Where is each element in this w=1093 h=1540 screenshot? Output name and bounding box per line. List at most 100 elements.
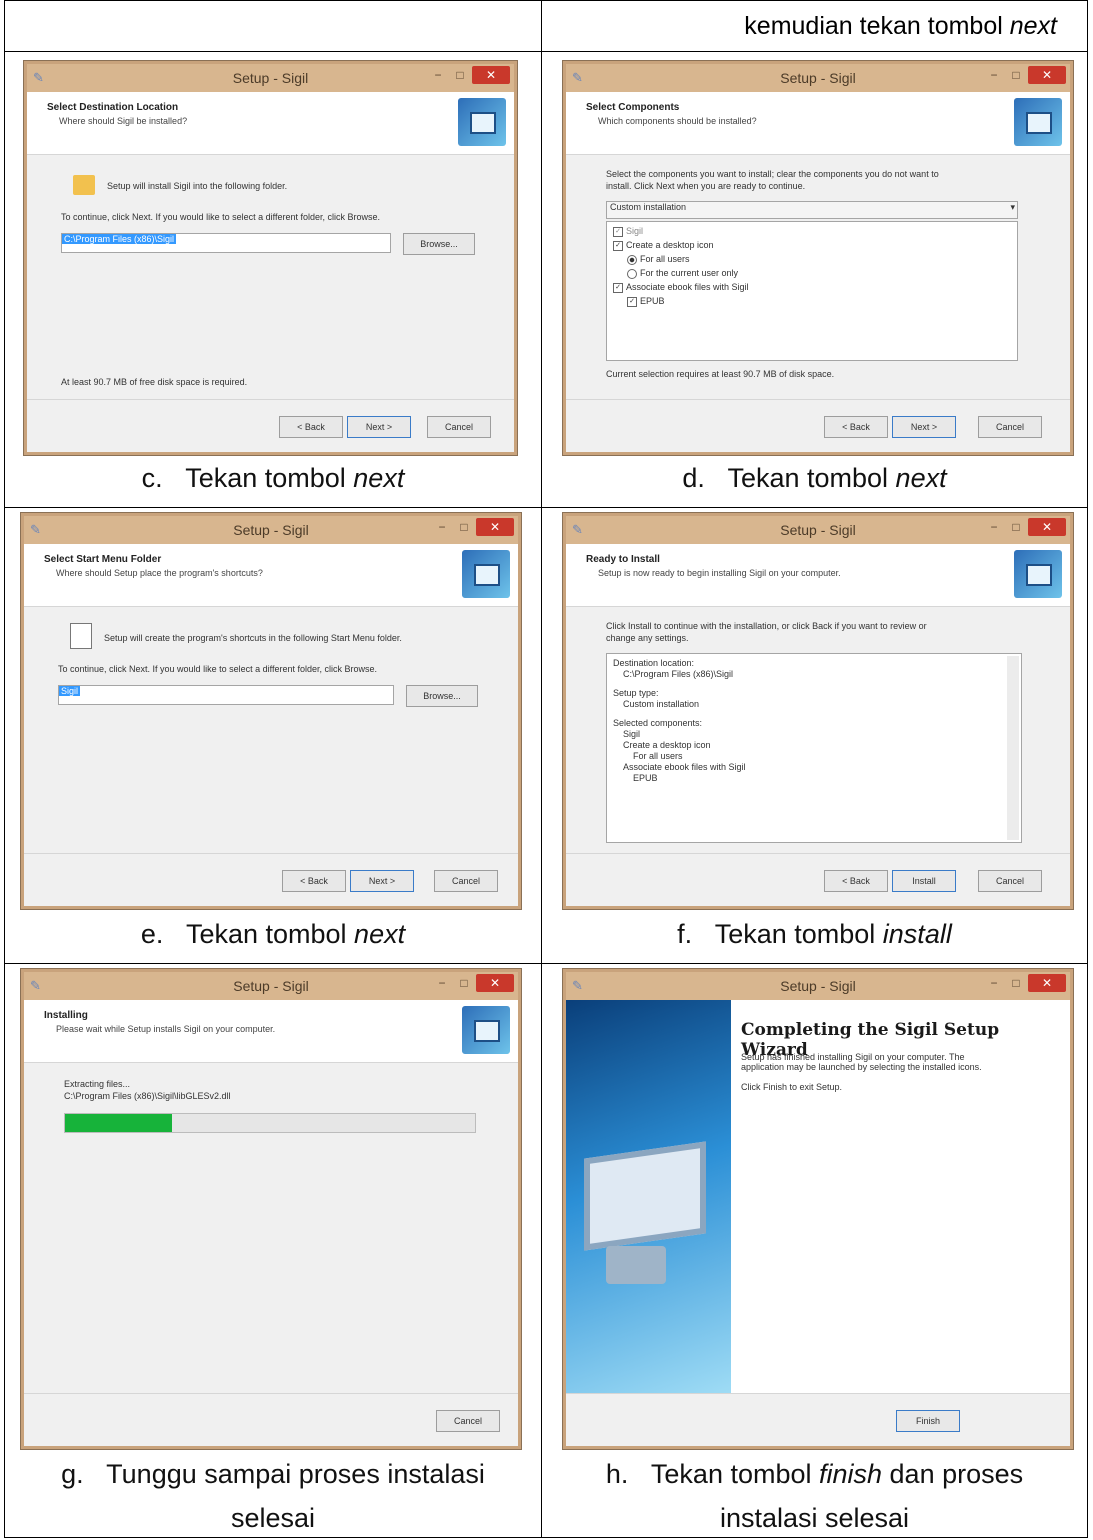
option-all-users[interactable]: For all users (627, 254, 690, 265)
folder-icon (73, 175, 95, 195)
monitor-icon (584, 1141, 706, 1251)
setup-logo-icon (1014, 98, 1062, 146)
summary-line: For all users (633, 751, 683, 761)
page-subheading: Where should Sigil be installed? (59, 116, 188, 126)
intro-text: Setup will install Sigil into the follow… (107, 181, 288, 191)
scrollbar[interactable] (1007, 656, 1019, 840)
intro-text-line2: change any settings. (606, 633, 689, 643)
minimize-icon[interactable]: − (984, 518, 1004, 536)
component-epub[interactable]: ✓ EPUB (627, 296, 665, 307)
cancel-button[interactable]: Cancel (436, 1410, 500, 1432)
maximize-icon[interactable]: □ (450, 66, 470, 84)
intro-text-line1: Select the components you want to instal… (606, 169, 939, 179)
page-subheading: Which components should be installed? (598, 116, 757, 126)
intro-text: Setup will create the program's shortcut… (104, 633, 402, 643)
close-icon[interactable]: ✕ (476, 518, 514, 536)
chevron-down-icon: ▾ (1010, 202, 1015, 212)
page-subheading: Please wait while Setup installs Sigil o… (56, 1024, 276, 1034)
destination-path-input[interactable]: C:\Program Files (x86)\Sigil (61, 233, 391, 253)
minimize-icon[interactable]: − (432, 974, 452, 992)
cell-step-c: ✎ Setup - Sigil − □ ✕ Select Destination Lo… (4, 51, 542, 508)
cell-step-h: ✎ Setup - Sigil − □ ✕ Completing the Sigil … (541, 963, 1088, 1538)
summary-line: C:\Program Files (x86)\Sigil (623, 669, 734, 679)
wizard-banner-image (566, 1000, 731, 1394)
maximize-icon[interactable]: □ (454, 974, 474, 992)
install-summary-box[interactable]: Destination location: C:\Program Files (… (606, 653, 1022, 843)
disk-space-text: Current selection requires at least 90.7… (606, 369, 835, 379)
component-sigil[interactable]: ✓ Sigil (613, 226, 643, 237)
cancel-button[interactable]: Cancel (978, 870, 1042, 892)
page-heading: Select Destination Location (47, 102, 179, 113)
close-icon[interactable]: ✕ (476, 974, 514, 992)
cancel-button[interactable]: Cancel (434, 870, 498, 892)
instruction-text: To continue, click Next. If you would li… (58, 664, 377, 674)
monitor-stand (606, 1246, 666, 1284)
status-text: Extracting files... (64, 1079, 131, 1089)
setup-logo-icon (462, 1006, 510, 1054)
start-menu-folder-icon (70, 623, 92, 649)
close-icon[interactable]: ✕ (1028, 974, 1066, 992)
install-type-select[interactable]: Custom installation ▾ (606, 201, 1018, 219)
caption-step-g: g. Tunggu sampai proses instalasi selesai (61, 1459, 485, 1533)
page-heading: Ready to Install (586, 554, 660, 565)
summary-line: Selected components: (613, 718, 703, 728)
next-button[interactable]: Next > (347, 416, 411, 438)
summary-line: Custom installation (623, 699, 700, 709)
browse-button[interactable]: Browse... (406, 685, 478, 707)
progress-fill (65, 1114, 172, 1132)
caption-step-e: e. Tekan tombol next (140, 919, 406, 949)
top-instruction: kemudian tekan tombol next (744, 12, 1057, 40)
install-progress-bar (64, 1113, 476, 1133)
instruction-text: To continue, click Next. If you would li… (61, 212, 380, 222)
close-icon[interactable]: ✕ (1028, 518, 1066, 536)
minimize-icon[interactable]: − (984, 974, 1004, 992)
disk-space-text: At least 90.7 MB of free disk space is r… (61, 377, 248, 387)
minimize-icon[interactable]: − (428, 66, 448, 84)
cancel-button[interactable]: Cancel (427, 416, 491, 438)
caption-step-h: h. Tekan tombol finish dan proses instala… (605, 1459, 1024, 1533)
summary-line: Create a desktop icon (623, 740, 711, 750)
component-associate-ebook[interactable]: ✓ Associate ebook files with Sigil (613, 282, 749, 293)
cell-step-g: ✎ Setup - Sigil − □ ✕ Installing Please wait… (4, 963, 542, 1538)
back-button[interactable]: < Back (279, 416, 343, 438)
completion-text-line1: Setup has finished installing Sigil on y… (741, 1052, 965, 1062)
finish-button[interactable]: Finish (896, 1410, 960, 1432)
back-button[interactable]: < Back (824, 870, 888, 892)
setup-logo-icon (458, 98, 506, 146)
close-icon[interactable]: ✕ (1028, 66, 1066, 84)
completion-text-line2: application may be launched by selecting… (741, 1062, 982, 1072)
back-button[interactable]: < Back (824, 416, 888, 438)
screenshot-step-f: ✎ Setup - Sigil − □ ✕ Ready to Install Setup… (562, 512, 1074, 910)
page-heading: Select Start Menu Folder (44, 554, 162, 565)
option-current-user[interactable]: For the current user only (627, 268, 738, 279)
intro-text-line2: install. Click Next when you are ready t… (606, 181, 806, 191)
next-button[interactable]: Next > (350, 870, 414, 892)
caption-step-d: d. Tekan tombol next (682, 463, 947, 493)
document-page: kemudian tekan tombol next ✎ Setup - Sigi… (0, 0, 1093, 1538)
browse-button[interactable]: Browse... (403, 233, 475, 255)
minimize-icon[interactable]: − (432, 518, 452, 536)
maximize-icon[interactable]: □ (1006, 66, 1026, 84)
screenshot-step-e: ✎ Setup - Sigil − □ ✕ Select Start Menu Fol… (20, 512, 522, 910)
install-button[interactable]: Install (892, 870, 956, 892)
page-heading: Select Components (586, 102, 680, 113)
summary-line: Setup type: (613, 688, 659, 698)
back-button[interactable]: < Back (282, 870, 346, 892)
page-subheading: Setup is now ready to begin installing S… (598, 568, 841, 578)
summary-line: Destination location: (613, 658, 695, 668)
setup-logo-icon (462, 550, 510, 598)
component-desktop-icon[interactable]: ✓ Create a desktop icon (613, 240, 714, 251)
summary-line: Associate ebook files with Sigil (623, 762, 746, 772)
close-icon[interactable]: ✕ (472, 66, 510, 84)
maximize-icon[interactable]: □ (454, 518, 474, 536)
components-list: ✓ Sigil ✓ Create a desktop icon For all us… (606, 221, 1018, 361)
setup-logo-icon (1014, 550, 1062, 598)
cancel-button[interactable]: Cancel (978, 416, 1042, 438)
minimize-icon[interactable]: − (984, 66, 1004, 84)
next-button[interactable]: Next > (892, 416, 956, 438)
start-menu-folder-input[interactable]: Sigil (58, 685, 394, 705)
screenshot-step-d: ✎ Setup - Sigil − □ ✕ Select Components Whic… (562, 60, 1074, 456)
maximize-icon[interactable]: □ (1006, 974, 1026, 992)
maximize-icon[interactable]: □ (1006, 518, 1026, 536)
cell-step-e: ✎ Setup - Sigil − □ ✕ Select Start Menu Fol… (4, 507, 542, 964)
